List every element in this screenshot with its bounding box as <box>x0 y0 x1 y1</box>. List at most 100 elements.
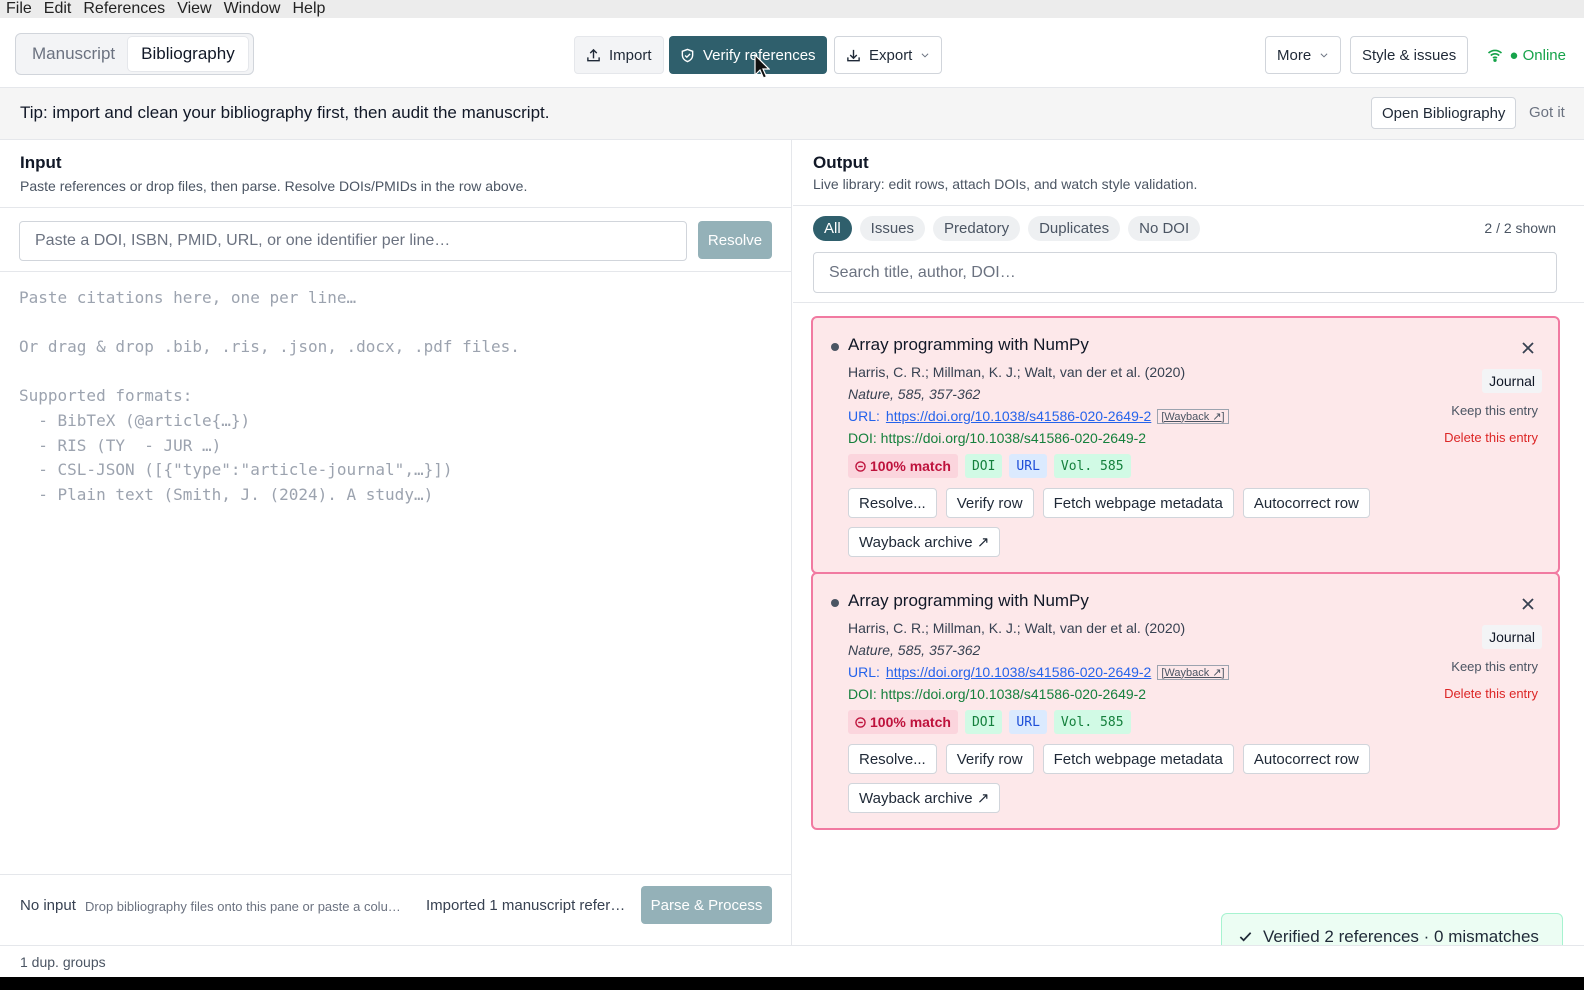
input-title: Input <box>20 153 62 172</box>
toolbar: Manuscript Bibliography Import Verify re… <box>0 18 1584 88</box>
reference-card: Array programming with NumPy Harris, C. … <box>811 572 1560 830</box>
entry-title[interactable]: Array programming with NumPy <box>848 335 1089 355</box>
divider <box>0 271 792 272</box>
toast-text: Verified 2 references · 0 mismatches <box>1263 926 1539 946</box>
fetch-metadata-button[interactable]: Fetch webpage metadata <box>1042 488 1234 518</box>
entry-title[interactable]: Array programming with NumPy <box>848 591 1089 611</box>
resolve-row-button[interactable]: Resolve... <box>848 488 937 518</box>
input-subtitle: Paste references or drop files, then par… <box>20 178 528 194</box>
tab-manuscript[interactable]: Manuscript <box>19 37 128 71</box>
citations-textarea[interactable]: Paste citations here, one per line… Or d… <box>19 286 779 507</box>
match-badge: 100% match <box>848 710 958 734</box>
autocorrect-row-button[interactable]: Autocorrect row <box>1242 744 1370 774</box>
resolve-button[interactable]: Resolve <box>698 221 772 259</box>
entry-type-badge[interactable]: Journal <box>1482 625 1542 649</box>
entry-authors: Harris, C. R.; Millman, K. J.; Walt, van… <box>848 364 1186 380</box>
fetch-metadata-button[interactable]: Fetch webpage metadata <box>1042 744 1234 774</box>
wifi-icon <box>1488 49 1503 62</box>
wayback-link[interactable]: [Wayback ↗] <box>1157 664 1229 680</box>
library-search-input[interactable]: Search title, author, DOI… <box>813 252 1557 293</box>
input-footer: No input Drop bibliography files onto th… <box>0 874 792 934</box>
url-label: URL: <box>848 664 880 680</box>
entry-badges: 100% match DOI URL Vol. 585 <box>848 454 1131 478</box>
delete-entry-link[interactable]: Delete this entry <box>1444 430 1538 445</box>
entry-url-row: URL: https://doi.org/10.1038/s41586-020-… <box>848 664 1229 680</box>
parse-process-button[interactable]: Parse & Process <box>641 886 772 924</box>
verify-row-button[interactable]: Verify row <box>945 488 1034 518</box>
entry-doi: DOI: https://doi.org/10.1038/s41586-020-… <box>848 686 1147 702</box>
filter-issues[interactable]: Issues <box>859 216 926 241</box>
autocorrect-row-button[interactable]: Autocorrect row <box>1242 488 1370 518</box>
volume-badge: Vol. 585 <box>1053 710 1131 734</box>
chevron-down-icon <box>1320 53 1328 58</box>
import-label: Import <box>609 46 652 64</box>
status-dot <box>831 343 839 351</box>
entry-url-link[interactable]: https://doi.org/10.1038/s41586-020-2649-… <box>886 664 1151 680</box>
style-issues-label: Style & issues <box>1362 46 1457 64</box>
menu-view[interactable]: View <box>171 0 217 18</box>
entry-authors: Harris, C. R.; Millman, K. J.; Walt, van… <box>848 620 1186 636</box>
upload-icon <box>587 48 600 61</box>
screen-edge <box>0 977 1584 990</box>
wayback-link[interactable]: [Wayback ↗] <box>1157 408 1229 424</box>
import-button[interactable]: Import <box>574 36 664 74</box>
keep-entry-link[interactable]: Keep this entry <box>1451 403 1538 418</box>
input-status: No input <box>20 897 76 914</box>
entry-doi: DOI: https://doi.org/10.1038/s41586-020-… <box>848 430 1147 446</box>
chevron-down-icon <box>921 53 929 58</box>
export-label: Export <box>869 46 913 64</box>
style-issues-button[interactable]: Style & issues <box>1350 36 1469 74</box>
entry-type-badge[interactable]: Journal <box>1482 369 1542 393</box>
menu-window[interactable]: Window <box>218 0 287 18</box>
identifier-input[interactable]: Paste a DOI, ISBN, PMID, URL, or one ide… <box>19 221 687 261</box>
tip-banner: Tip: import and clean your bibliography … <box>0 88 1584 140</box>
close-icon[interactable] <box>1520 340 1536 356</box>
divider <box>0 874 792 875</box>
got-it-button[interactable]: Got it <box>1529 104 1565 121</box>
verify-row-button[interactable]: Verify row <box>945 744 1034 774</box>
filter-no-doi[interactable]: No DOI <box>1128 216 1201 241</box>
online-label: ● Online <box>1509 46 1566 64</box>
entry-journal: Nature, 585, 357-362 <box>848 642 981 658</box>
url-label: URL: <box>848 408 880 424</box>
menu-references[interactable]: References <box>77 0 171 18</box>
output-subtitle: Live library: edit rows, attach DOIs, an… <box>813 176 1198 192</box>
import-status: Imported 1 manuscript refer… <box>426 897 626 914</box>
entry-badges: 100% match DOI URL Vol. 585 <box>848 710 1131 734</box>
url-badge: URL <box>1009 454 1047 478</box>
export-button[interactable]: Export <box>834 36 943 74</box>
filter-duplicates[interactable]: Duplicates <box>1028 216 1121 241</box>
filter-predatory[interactable]: Predatory <box>933 216 1021 241</box>
wayback-archive-button[interactable]: Wayback archive ↗ <box>848 527 1001 557</box>
filter-all[interactable]: All <box>813 216 852 241</box>
delete-entry-link[interactable]: Delete this entry <box>1444 686 1538 701</box>
keep-entry-link[interactable]: Keep this entry <box>1451 659 1538 674</box>
menu-edit[interactable]: Edit <box>38 0 78 18</box>
more-label: More <box>1277 46 1312 64</box>
entry-actions: Resolve... Verify row Fetch webpage meta… <box>848 488 1408 557</box>
match-badge: 100% match <box>848 454 958 478</box>
output-title: Output <box>813 153 869 172</box>
more-button[interactable]: More <box>1265 36 1342 74</box>
duplicate-groups-status: 1 dup. groups <box>20 954 106 970</box>
shown-count: 2 / 2 shown <box>1484 220 1556 236</box>
tab-bibliography[interactable]: Bibliography <box>128 37 248 71</box>
wayback-archive-button[interactable]: Wayback archive ↗ <box>848 783 1001 813</box>
doi-badge: DOI <box>964 454 1003 478</box>
download-icon <box>847 49 860 61</box>
menu-help[interactable]: Help <box>286 0 331 18</box>
menu-file[interactable]: File <box>0 0 38 18</box>
menubar: File Edit References View Window Help <box>0 0 1584 18</box>
resolve-row-button[interactable]: Resolve... <box>848 744 937 774</box>
open-bibliography-button[interactable]: Open Bibliography <box>1371 97 1517 129</box>
tip-text: Tip: import and clean your bibliography … <box>20 103 550 122</box>
entry-url-link[interactable]: https://doi.org/10.1038/s41586-020-2649-… <box>886 408 1151 424</box>
verify-references-button[interactable]: Verify references <box>669 36 827 74</box>
entry-actions: Resolve... Verify row Fetch webpage meta… <box>848 744 1408 813</box>
check-icon <box>1239 932 1252 942</box>
divider <box>793 205 1584 206</box>
minus-circle-icon <box>855 716 866 728</box>
divider <box>793 302 1584 303</box>
close-icon[interactable] <box>1520 596 1536 612</box>
match-label: 100% match <box>870 458 951 474</box>
